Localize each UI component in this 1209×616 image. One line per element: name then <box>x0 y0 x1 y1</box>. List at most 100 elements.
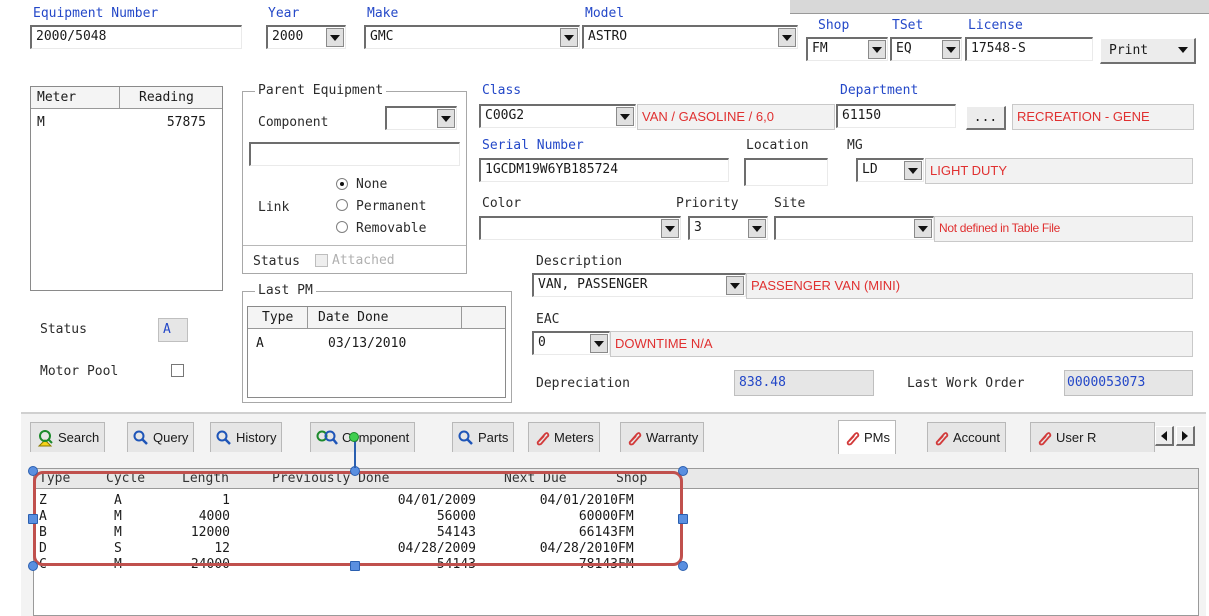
paperclip-icon <box>1038 431 1052 445</box>
make-select[interactable]: GMC <box>364 25 580 49</box>
magnifier-icon <box>216 430 231 445</box>
make-label: Make <box>367 6 399 21</box>
chevron-down-icon[interactable] <box>726 276 744 295</box>
equipment-number-label: Equipment Number <box>33 6 159 21</box>
mg-select[interactable]: LD <box>856 158 924 182</box>
chevron-down-icon[interactable] <box>914 219 932 238</box>
tab-search[interactable]: Search <box>30 422 106 452</box>
resize-handle[interactable] <box>678 466 688 476</box>
equipment-number-field[interactable]: 2000/5048 <box>30 25 242 49</box>
chevron-down-icon[interactable] <box>748 219 766 238</box>
color-label: Color <box>482 196 522 211</box>
divider <box>243 245 466 246</box>
motor-pool-label: Motor Pool <box>40 364 119 379</box>
top-toolbar-strip <box>790 0 1209 14</box>
year-select[interactable]: 2000 <box>266 25 346 49</box>
chevron-down-icon[interactable] <box>868 40 886 59</box>
motor-pool-checkbox[interactable] <box>171 364 184 377</box>
mg-label: MG <box>847 138 863 153</box>
meter-table[interactable]: Meter Reading M 57875 <box>30 86 223 291</box>
license-label: License <box>968 18 1023 33</box>
table-row[interactable]: A 03/13/2010 <box>248 336 505 354</box>
tab-query[interactable]: Query <box>127 422 195 452</box>
tab-user-r[interactable]: User R <box>1030 422 1155 452</box>
shop-select[interactable]: FM <box>806 37 888 61</box>
resize-handle[interactable] <box>350 561 360 571</box>
column-header-reading[interactable]: Reading <box>139 90 194 105</box>
serial-number-field[interactable]: 1GCDM19W6YB185724 <box>479 158 729 182</box>
chevron-down-icon[interactable] <box>661 219 679 238</box>
last-pm-title: Last PM <box>255 283 316 298</box>
tab-parts[interactable]: Parts <box>452 422 515 452</box>
chevron-right-icon <box>1182 430 1188 441</box>
department-field[interactable]: 61150 <box>836 104 956 128</box>
site-description: Not defined in Table File <box>934 216 1193 242</box>
tab-scroll-left-button[interactable] <box>1155 426 1174 446</box>
eac-description: DOWNTIME N/A <box>610 331 1193 357</box>
tab-warranty[interactable]: Warranty <box>620 422 705 452</box>
component-input[interactable] <box>249 142 460 166</box>
tab-pms[interactable]: PMs <box>838 420 896 454</box>
shop-label: Shop <box>818 18 850 33</box>
component-label: Component <box>258 115 329 130</box>
tset-label: TSet <box>892 18 924 33</box>
chevron-down-icon[interactable] <box>560 28 578 47</box>
chevron-down-icon[interactable] <box>590 334 608 353</box>
radio-removable[interactable] <box>336 221 348 233</box>
attached-checkbox[interactable] <box>315 254 328 267</box>
tab-scroll-right-button[interactable] <box>1176 426 1195 446</box>
chevron-down-icon[interactable] <box>437 109 455 128</box>
eac-select[interactable]: 0 <box>532 331 610 355</box>
print-button[interactable]: Print <box>1100 38 1196 64</box>
meter-table-header: Meter Reading <box>31 87 222 109</box>
resize-handle[interactable] <box>28 466 38 476</box>
department-browse-button[interactable]: ... <box>966 106 1006 130</box>
table-row[interactable]: M 57875 <box>31 115 222 133</box>
resize-handle[interactable] <box>678 561 688 571</box>
class-select[interactable]: C00G2 <box>479 104 636 128</box>
resize-handle[interactable] <box>28 561 38 571</box>
model-label: Model <box>585 6 625 21</box>
chevron-down-icon <box>1178 47 1188 53</box>
tab-account[interactable]: Account <box>927 422 1006 452</box>
column-header-meter[interactable]: Meter <box>37 90 76 105</box>
tset-select[interactable]: EQ <box>890 37 962 61</box>
status-field[interactable]: A <box>158 318 188 342</box>
chevron-down-icon[interactable] <box>326 28 344 47</box>
color-select[interactable] <box>479 216 681 240</box>
column-header-date-done[interactable]: Date Done <box>318 310 388 325</box>
tab-component[interactable]: Component <box>310 422 416 452</box>
site-select[interactable] <box>774 216 934 240</box>
resize-handle[interactable] <box>678 514 688 524</box>
location-field[interactable] <box>744 158 828 186</box>
chevron-down-icon[interactable] <box>904 161 922 180</box>
mg-description: LIGHT DUTY <box>925 158 1193 184</box>
priority-select[interactable]: 3 <box>688 216 768 240</box>
chevron-down-icon[interactable] <box>616 107 634 126</box>
license-field[interactable]: 17548-S <box>965 37 1093 61</box>
highlight-rectangle <box>33 471 683 566</box>
last-work-order-field[interactable]: 0000053073 <box>1064 370 1193 396</box>
tab-meters[interactable]: Meters <box>528 422 600 452</box>
class-label: Class <box>482 83 522 98</box>
radio-permanent[interactable] <box>336 199 348 211</box>
chevron-down-icon[interactable] <box>778 28 796 47</box>
description-select[interactable]: VAN, PASSENGER <box>532 273 746 297</box>
chevron-left-icon <box>1161 430 1167 441</box>
link-label: Link <box>258 200 290 215</box>
tab-bar: Search Query History Component Parts Met… <box>30 420 1202 454</box>
priority-label: Priority <box>676 196 739 211</box>
tab-history[interactable]: History <box>210 422 283 452</box>
department-description: RECREATION - GENE <box>1012 104 1194 130</box>
magnifier-icon <box>133 430 148 445</box>
model-select[interactable]: ASTRO <box>582 25 798 49</box>
radio-none-label: None <box>356 177 388 192</box>
chevron-down-icon[interactable] <box>942 40 960 59</box>
department-label: Department <box>840 83 919 98</box>
radio-none[interactable] <box>336 178 348 190</box>
rotate-handle[interactable] <box>349 432 359 442</box>
column-header-type[interactable]: Type <box>262 310 293 325</box>
component-select[interactable] <box>385 106 457 130</box>
last-pm-table[interactable]: Type Date Done A 03/13/2010 <box>247 306 506 398</box>
resize-handle[interactable] <box>28 514 38 524</box>
